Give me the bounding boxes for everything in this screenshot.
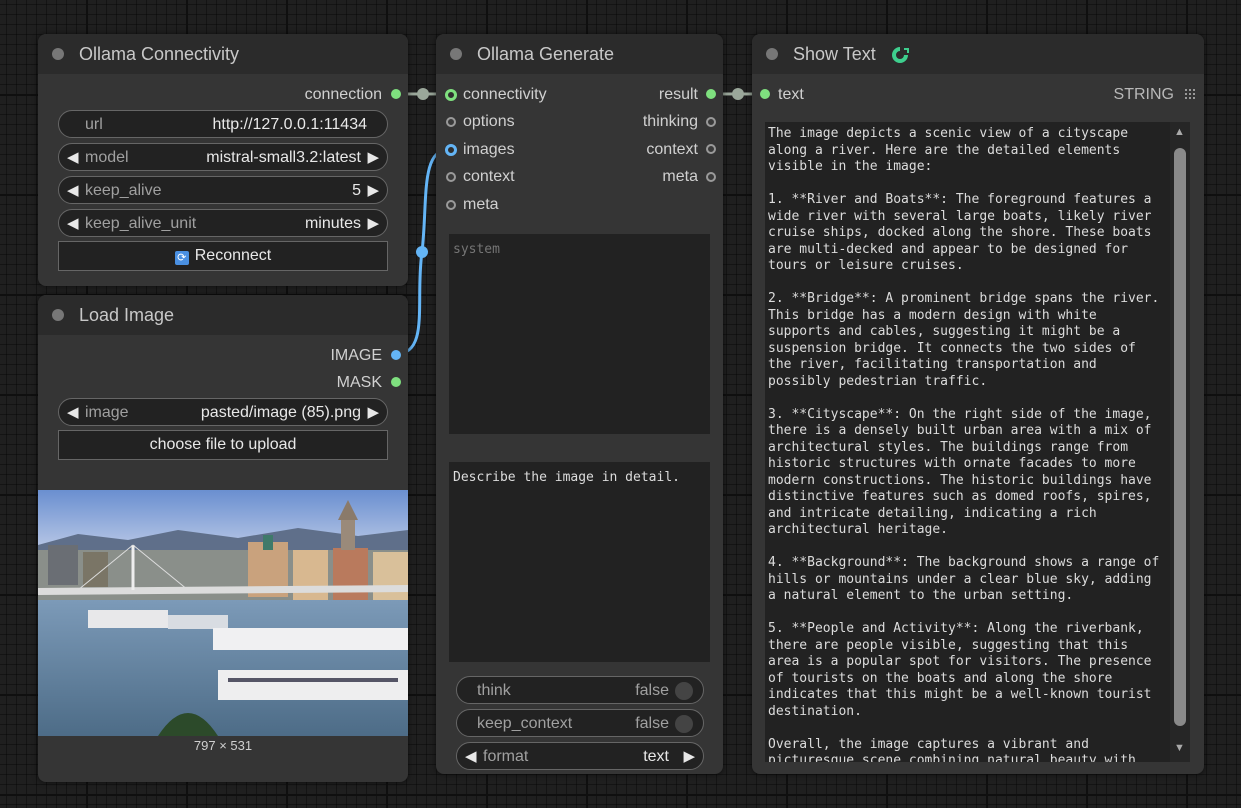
scrollbar-thumb[interactable] (1174, 148, 1186, 726)
keep-context-toggle[interactable]: keep_context false (456, 709, 704, 737)
input-context-label: context (463, 168, 515, 185)
keep-alive-value: 5 (352, 182, 361, 199)
output-mask-dot[interactable] (391, 377, 401, 387)
image-select-widget[interactable]: ◀ image pasted/image (85).png ▶ (58, 398, 388, 426)
pysssss-logo-icon (892, 47, 909, 63)
output-meta-dot[interactable] (706, 172, 716, 182)
output-image-dot[interactable] (391, 350, 401, 360)
model-value: mistral-small3.2:latest (206, 149, 361, 166)
load-image-node[interactable]: Load Image IMAGE MASK ◀ image pasted/ima… (38, 295, 408, 782)
arrow-left-icon[interactable]: ◀ (465, 747, 477, 765)
refresh-icon: ⟳ (174, 251, 189, 265)
input-options-dot[interactable] (446, 117, 456, 127)
input-meta-dot[interactable] (446, 200, 456, 210)
format-value: text (643, 748, 669, 765)
link-connection-midpoint (417, 88, 429, 100)
arrow-right-icon[interactable]: ▶ (367, 181, 379, 199)
ollama-connectivity-node[interactable]: Ollama Connectivity connection url http:… (38, 34, 408, 286)
think-label: think (477, 682, 511, 699)
format-label: format (483, 748, 529, 765)
collapse-dot-icon[interactable] (766, 48, 778, 60)
output-connection-label: connection (304, 86, 382, 103)
reconnect-label: Reconnect (194, 247, 272, 264)
image-preview (38, 490, 408, 736)
node-title: Show Text (793, 44, 876, 64)
type-label: STRING (1113, 86, 1174, 103)
show-text-node[interactable]: Show Text text STRING The image depicts … (752, 34, 1204, 774)
input-images-dot[interactable] (445, 144, 457, 156)
image-label: image (85, 404, 129, 421)
url-value: http://127.0.0.1:11434 (212, 116, 368, 133)
output-result-label: result (658, 86, 698, 103)
node-title: Ollama Generate (477, 44, 615, 64)
arrow-right-icon[interactable]: ▶ (683, 747, 695, 765)
output-context-label: context (646, 141, 698, 158)
output-connection-dot[interactable] (391, 89, 401, 99)
collapse-dot-icon[interactable] (52, 309, 64, 321)
scroll-down-icon[interactable]: ▼ (1174, 742, 1185, 754)
image-dimensions: 797 × 531 (193, 738, 253, 753)
format-widget[interactable]: ◀ format text ▶ (456, 742, 704, 770)
link-image-midpoint (416, 246, 428, 258)
url-widget[interactable]: url http://127.0.0.1:11434 (58, 110, 388, 138)
prompt-textarea[interactable]: Describe the image in detail. (449, 462, 710, 662)
url-label: url (85, 116, 103, 133)
output-image-label: IMAGE (330, 347, 382, 364)
keep-context-label: keep_context (477, 715, 573, 732)
input-context-dot[interactable] (446, 172, 456, 182)
keep-alive-unit-label: keep_alive_unit (85, 215, 197, 232)
output-context-dot[interactable] (706, 144, 716, 154)
toggle-knob-icon (675, 715, 693, 733)
arrow-right-icon[interactable]: ▶ (367, 148, 379, 166)
arrow-left-icon[interactable]: ◀ (67, 148, 79, 166)
upload-button[interactable]: choose file to upload (58, 430, 388, 460)
output-result-dot[interactable] (706, 89, 716, 99)
output-thinking-label: thinking (642, 113, 698, 130)
arrow-right-icon[interactable]: ▶ (367, 214, 379, 232)
output-meta-label: meta (662, 168, 698, 185)
think-value: false (635, 682, 669, 699)
input-images-label: images (463, 141, 515, 158)
output-text-area[interactable]: The image depicts a scenic view of a cit… (765, 122, 1170, 762)
input-options-label: options (463, 113, 515, 130)
keep-alive-label: keep_alive (85, 182, 162, 199)
output-thinking-dot[interactable] (706, 117, 716, 127)
input-connectivity-dot[interactable] (445, 89, 457, 101)
node-header[interactable]: Ollama Connectivity (38, 34, 408, 74)
node-header[interactable]: Load Image (38, 295, 408, 335)
reconnect-button[interactable]: ⟳ Reconnect (58, 241, 388, 271)
arrow-left-icon[interactable]: ◀ (67, 214, 79, 232)
input-text-dot[interactable] (760, 89, 770, 99)
output-mask-label: MASK (336, 374, 382, 391)
scrollbar[interactable]: ▲ ▼ (1170, 122, 1190, 762)
node-header[interactable]: Ollama Generate (436, 34, 723, 74)
arrow-right-icon[interactable]: ▶ (367, 403, 379, 421)
node-title: Ollama Connectivity (79, 44, 240, 64)
node-title: Load Image (79, 305, 175, 325)
scroll-up-icon[interactable]: ▲ (1174, 126, 1185, 138)
ollama-generate-node[interactable]: Ollama Generate connectivity options ima… (436, 34, 723, 774)
think-toggle[interactable]: think false (456, 676, 704, 704)
grid-icon (1185, 89, 1195, 99)
system-textarea[interactable] (449, 234, 710, 434)
input-text-label: text (778, 86, 804, 103)
input-connectivity-label: connectivity (463, 86, 547, 103)
image-value: pasted/image (85).png (200, 404, 361, 421)
model-label: model (85, 149, 129, 166)
node-header[interactable]: Show Text (752, 34, 1204, 74)
arrow-left-icon[interactable]: ◀ (67, 403, 79, 421)
collapse-dot-icon[interactable] (450, 48, 462, 60)
arrow-left-icon[interactable]: ◀ (67, 181, 79, 199)
keep-context-value: false (635, 715, 669, 732)
toggle-knob-icon (675, 682, 693, 700)
keep-alive-widget[interactable]: ◀ keep_alive 5 ▶ (58, 176, 388, 204)
keep-alive-unit-value: minutes (304, 215, 361, 232)
input-meta-label: meta (463, 196, 499, 213)
link-result-midpoint (732, 88, 744, 100)
keep-alive-unit-widget[interactable]: ◀ keep_alive_unit minutes ▶ (58, 209, 388, 237)
model-widget[interactable]: ◀ model mistral-small3.2:latest ▶ (58, 143, 388, 171)
collapse-dot-icon[interactable] (52, 48, 64, 60)
